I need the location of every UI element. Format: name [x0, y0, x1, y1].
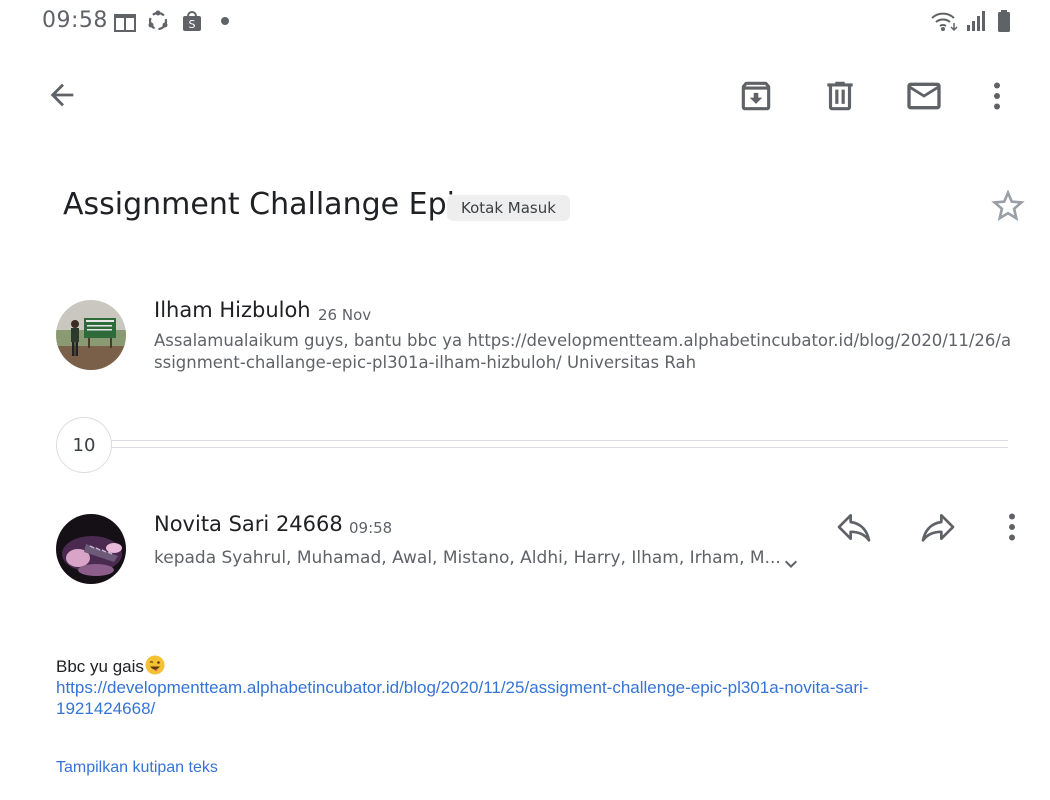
- mark-unread-icon: [904, 76, 944, 120]
- gift-icon: [113, 9, 137, 33]
- blog-post-link[interactable]: https://developmentteam.alphabetincubato…: [56, 677, 956, 719]
- mark-unread-button[interactable]: [902, 76, 946, 120]
- status-bar: 09:58 S: [0, 0, 1050, 44]
- sync-icon: [146, 9, 170, 33]
- message-body-line: Bbc yu gais: [56, 657, 144, 676]
- reply-button[interactable]: [832, 507, 876, 551]
- message-more-options-button[interactable]: [990, 507, 1034, 551]
- collapsed-messages-divider[interactable]: [84, 440, 1008, 448]
- wifi-icon: [930, 9, 960, 33]
- delete-icon: [821, 77, 859, 119]
- collapsed-messages-count[interactable]: 10: [56, 417, 112, 473]
- more-vert-icon: [994, 509, 1030, 549]
- message-time: 09:58: [349, 519, 393, 537]
- notification-dot-icon: [221, 17, 229, 25]
- sender-name: Ilham Hizbuloh: [154, 298, 311, 322]
- winking-face-emoji-icon: [145, 655, 165, 675]
- back-button[interactable]: [40, 75, 84, 119]
- star-button[interactable]: [988, 186, 1028, 230]
- sender-name: Novita Sari 24668: [154, 512, 343, 536]
- forward-button[interactable]: [916, 507, 960, 551]
- battery-icon: [992, 9, 1016, 33]
- shopee-bag-icon: S: [180, 9, 204, 33]
- more-options-button[interactable]: [975, 76, 1019, 120]
- signal-icon: [965, 9, 989, 33]
- recipients-summary[interactable]: kepada Syahrul, Muhamad, Awal, Mistano, …: [154, 548, 781, 568]
- status-time: 09:58: [42, 8, 108, 33]
- archive-button[interactable]: [734, 76, 778, 120]
- message-body-text: Bbc yu gais: [56, 655, 165, 677]
- forward-icon: [918, 507, 958, 551]
- avatar: [56, 300, 126, 370]
- svg-text:S: S: [189, 18, 196, 31]
- archive-icon: [737, 77, 775, 119]
- delete-button[interactable]: [818, 76, 862, 120]
- reply-icon: [834, 507, 874, 551]
- show-quoted-text-link[interactable]: Tampilkan kutipan teks: [56, 759, 218, 777]
- back-arrow-icon: [45, 78, 79, 116]
- more-vert-icon: [979, 78, 1015, 118]
- message-snippet: Assalamualaikum guys, bantu bbc ya https…: [154, 331, 1012, 372]
- email-subject: Assignment Challange Epic: [63, 187, 472, 222]
- star-outline-icon: [988, 189, 1028, 230]
- chevron-down-icon[interactable]: [779, 552, 803, 580]
- message-date: 26 Nov: [318, 306, 372, 324]
- avatar: [56, 514, 126, 584]
- inbox-label-chip[interactable]: Kotak Masuk: [447, 195, 570, 221]
